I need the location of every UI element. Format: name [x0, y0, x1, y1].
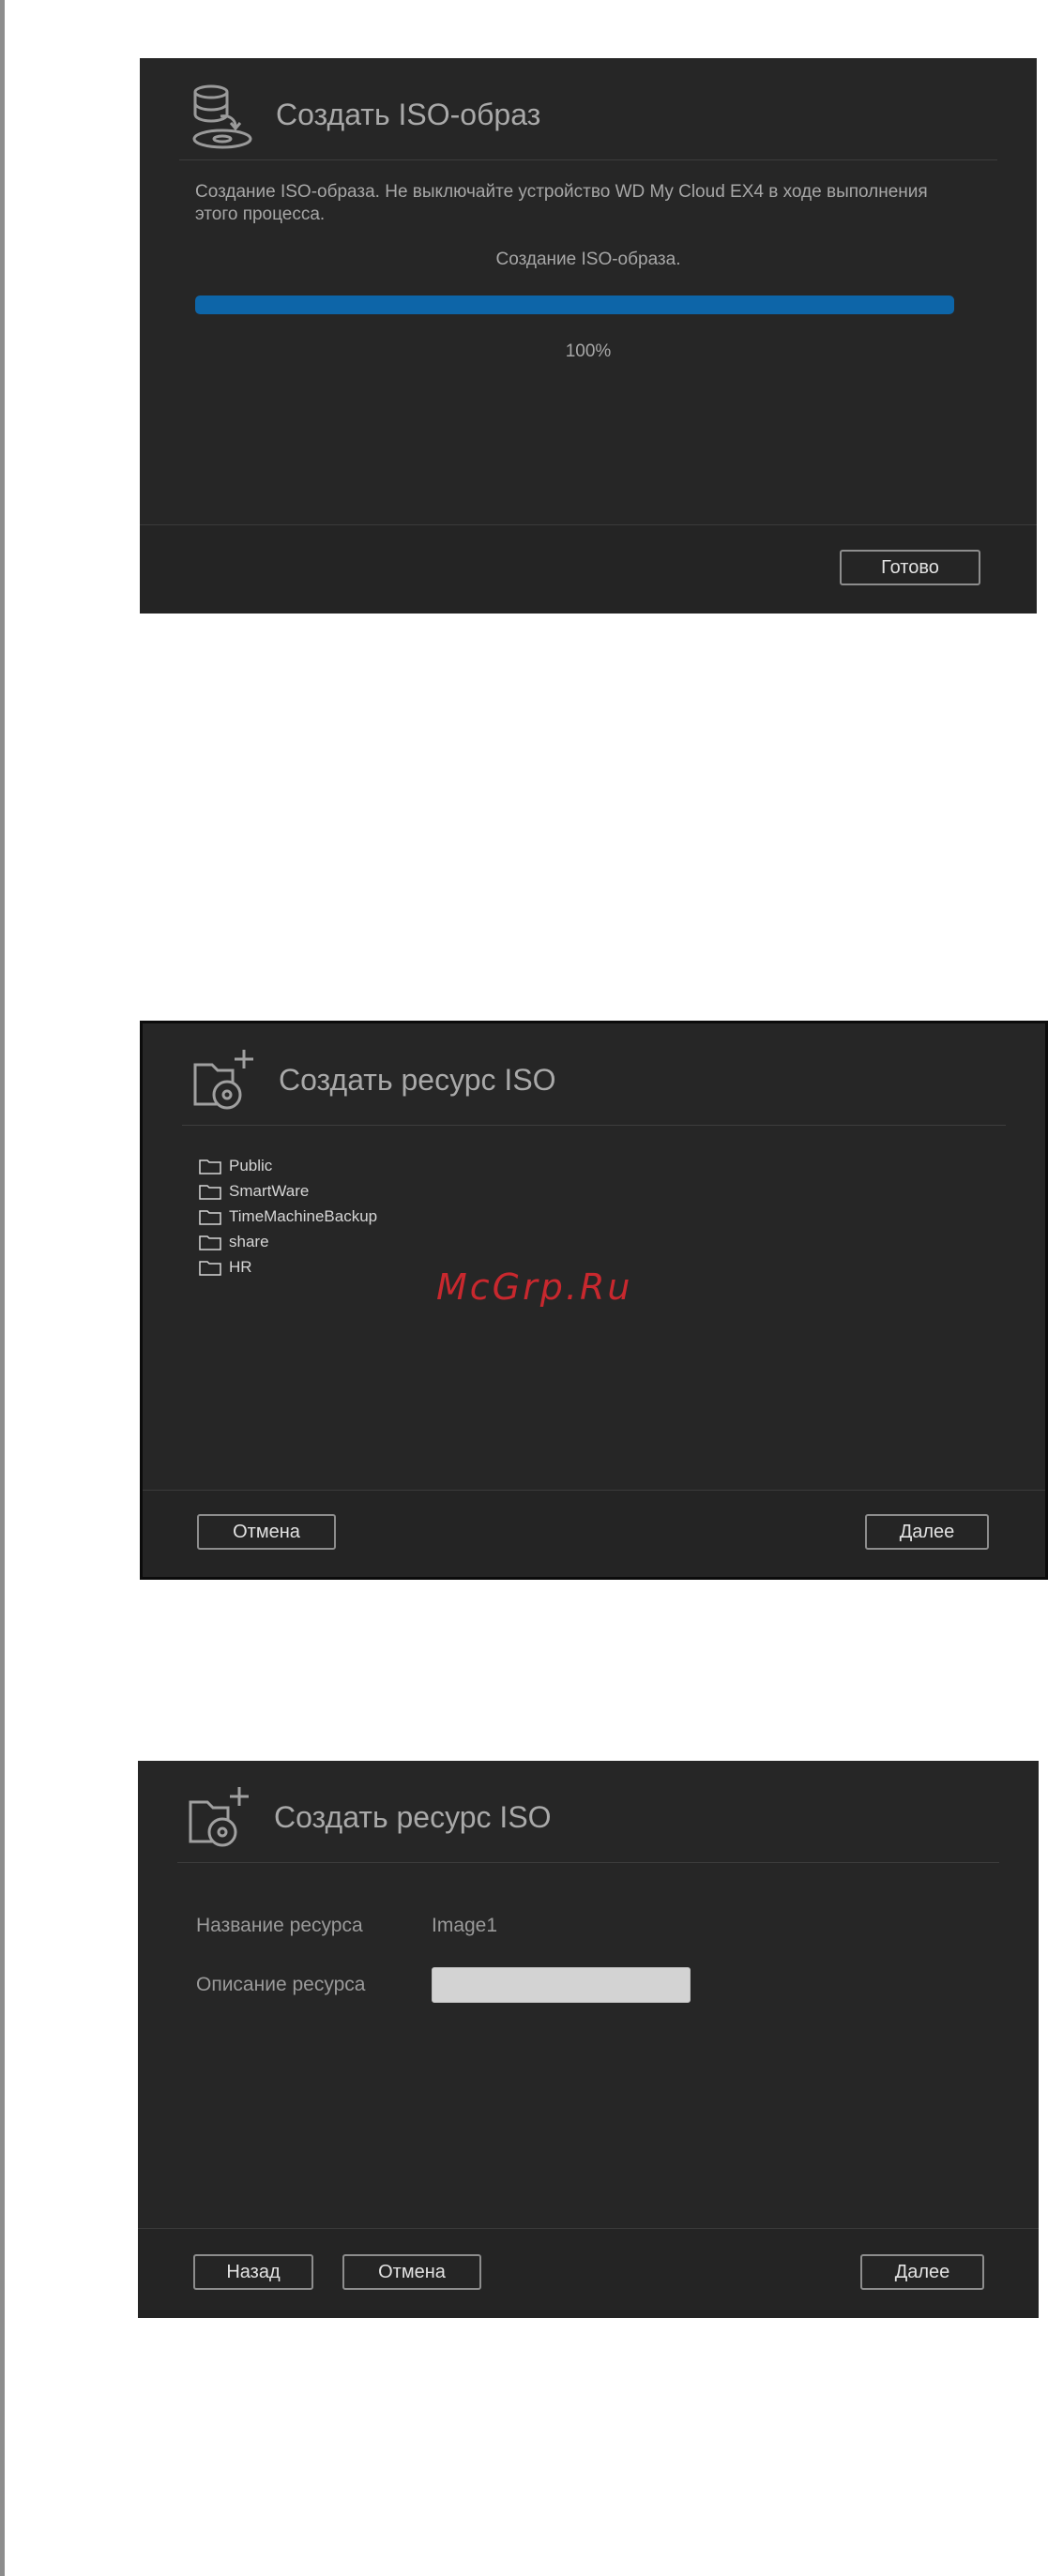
share-folder-list: Public SmartWare TimeMachineBackup share…: [199, 1153, 377, 1280]
folder-icon: [199, 1209, 221, 1225]
share-description-input[interactable]: [432, 1967, 691, 2003]
folder-icon: [199, 1260, 221, 1276]
dialog-header: Создать ресурс ISO: [138, 1761, 1039, 1862]
dialog-header: Создать ресурс ISO: [143, 1023, 1045, 1125]
folder-icon: [199, 1159, 221, 1174]
next-button[interactable]: Далее: [865, 1514, 989, 1550]
next-button[interactable]: Далее: [860, 2254, 984, 2290]
share-name-label: Название ресурса: [196, 1915, 363, 1936]
create-iso-image-dialog: Создать ISO-образ Создание ISO-образа. Н…: [140, 58, 1037, 614]
folder-label: HR: [229, 1257, 252, 1276]
header-divider: [177, 1862, 999, 1863]
done-button[interactable]: Готово: [840, 550, 980, 585]
cancel-button[interactable]: Отмена: [197, 1514, 336, 1550]
folder-label: share: [229, 1232, 269, 1250]
folder-icon: [199, 1184, 221, 1200]
disk-image-icon: [189, 83, 256, 150]
cancel-button[interactable]: Отмена: [342, 2254, 481, 2290]
folder-item-hr[interactable]: HR: [199, 1254, 377, 1280]
folder-icon: [199, 1235, 221, 1250]
add-iso-folder-icon: [187, 1783, 254, 1851]
left-margin-bar: [0, 0, 5, 2576]
progress-bar: [195, 295, 954, 314]
progress-status-text: Создание ISO-образа.: [495, 250, 681, 269]
dialog-footer: Готово: [140, 524, 1037, 614]
share-description-label: Описание ресурса: [196, 1974, 366, 1995]
folder-item-public[interactable]: Public: [199, 1153, 377, 1178]
dialog-title: Создать ресурс ISO: [279, 1063, 556, 1097]
dialog-title: Создать ресурс ISO: [274, 1800, 552, 1834]
progress-percent-label: 100%: [565, 341, 612, 361]
folder-item-smartware[interactable]: SmartWare: [199, 1178, 377, 1204]
progress-bar-fill: [195, 295, 954, 314]
process-warning-message: Создание ISO-образа. Не выключайте устро…: [195, 182, 928, 224]
folder-label: SmartWare: [229, 1181, 310, 1200]
folder-item-timemachinebackup[interactable]: TimeMachineBackup: [199, 1204, 377, 1229]
dialog-footer: Назад Отмена Далее: [138, 2228, 1039, 2318]
dialog-footer: Отмена Далее: [143, 1490, 1045, 1577]
folder-label: TimeMachineBackup: [229, 1206, 378, 1225]
dialog-header: Создать ISO-образ: [140, 58, 1037, 159]
header-divider: [179, 159, 997, 160]
header-divider: [182, 1125, 1006, 1126]
page: Создать ISO-образ Создание ISO-образа. Н…: [0, 0, 1048, 2576]
share-name-value: Image1: [432, 1915, 498, 1936]
folder-item-share[interactable]: share: [199, 1229, 377, 1254]
folder-label: Public: [229, 1156, 273, 1174]
watermark-text: McGrp.Ru: [436, 1266, 633, 1308]
create-iso-share-details-dialog: Создать ресурс ISO Название ресурса Imag…: [138, 1761, 1039, 2318]
add-iso-folder-icon: [191, 1046, 259, 1114]
back-button[interactable]: Назад: [193, 2254, 313, 2290]
dialog-title: Создать ISO-образ: [276, 98, 541, 131]
